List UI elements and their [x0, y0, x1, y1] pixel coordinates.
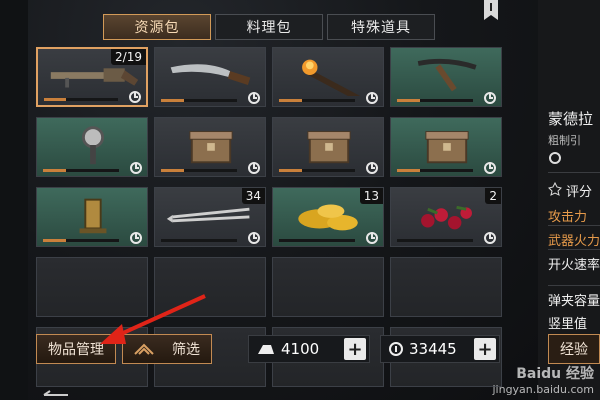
- craft-tag-icon: [365, 160, 379, 174]
- inventory-slot[interactable]: [390, 117, 502, 177]
- craft-tag-icon: [365, 230, 379, 244]
- craft-tag-icon: [247, 230, 261, 244]
- lantern-icon: [45, 194, 139, 234]
- item-subtitle: 粗制引: [548, 134, 581, 147]
- durability-bar: [43, 239, 119, 242]
- filter-button[interactable]: 筛选: [122, 334, 212, 364]
- inventory-slot[interactable]: [154, 117, 266, 177]
- divider: [548, 225, 600, 226]
- item-name: 蒙德拉: [548, 110, 594, 128]
- durability-bar: [161, 169, 237, 172]
- empty-slot[interactable]: [272, 257, 384, 317]
- item-count: 13: [359, 188, 383, 204]
- item-count: 2: [485, 188, 501, 204]
- category-tabs: 资源包 料理包 特殊道具: [103, 14, 435, 40]
- inventory-slot[interactable]: [36, 187, 148, 247]
- craft-tag-icon: [128, 89, 142, 103]
- inventory-slot[interactable]: 2/19: [36, 47, 148, 107]
- tab-special-items[interactable]: 特殊道具: [327, 14, 435, 40]
- durability-bar: [279, 99, 355, 102]
- empty-slot[interactable]: [390, 257, 502, 317]
- inventory-slot[interactable]: [272, 117, 384, 177]
- durability-bar: [161, 239, 237, 242]
- chest-icon: [281, 124, 375, 164]
- durability-bar: [44, 98, 118, 101]
- inventory-slot[interactable]: [272, 47, 384, 107]
- empty-slot[interactable]: [154, 257, 266, 317]
- bookmark-icon[interactable]: [482, 0, 500, 22]
- craft-tag-icon: [247, 90, 261, 104]
- coin-icon: [389, 342, 403, 356]
- pickaxe-icon: [399, 54, 493, 94]
- berries-icon: [399, 194, 493, 234]
- inventory-slot[interactable]: 34: [154, 187, 266, 247]
- durability-bar: [43, 169, 119, 172]
- tab-food-pack[interactable]: 料理包: [215, 14, 323, 40]
- durability-bar: [279, 169, 355, 172]
- craft-tag-icon: [483, 90, 497, 104]
- stat-extra: 竖里值: [548, 317, 588, 332]
- shield-club-icon: [45, 124, 139, 165]
- inventory-slot[interactable]: 13: [272, 187, 384, 247]
- iron-amount: 4100: [281, 340, 320, 358]
- durability-bar: [161, 99, 237, 102]
- durability-bar: [279, 239, 355, 242]
- add-gold-button[interactable]: +: [474, 338, 496, 360]
- watermark: Baidu 经验 jingyan.baidu.com: [492, 363, 594, 396]
- craft-tag-icon: [129, 230, 143, 244]
- watermark-brand: Baidu 经验: [516, 366, 594, 382]
- machete-icon: [163, 54, 257, 94]
- torch-icon: [281, 54, 375, 102]
- inventory-slot[interactable]: [36, 117, 148, 177]
- tab-resource-pack[interactable]: 资源包: [103, 14, 211, 40]
- add-iron-button[interactable]: +: [344, 338, 366, 360]
- star-check-icon: [548, 182, 562, 196]
- stat-attack: 攻击力: [548, 210, 588, 225]
- back-icon[interactable]: [42, 390, 72, 400]
- gold-amount: 33445: [409, 340, 457, 358]
- experience-label: 经验: [560, 342, 588, 358]
- durability-bar: [397, 169, 473, 172]
- item-detail-panel: 蒙德拉 粗制引 评分 攻击力 武器火力 开火速率 弹夹容量 竖里值 经验: [538, 0, 600, 400]
- durability-bar: [397, 99, 473, 102]
- filter-label: 筛选: [172, 342, 200, 358]
- left-sidebar: [0, 0, 28, 400]
- chest-icon: [163, 124, 257, 164]
- inventory-slot[interactable]: [390, 47, 502, 107]
- craft-tag-icon: [365, 90, 379, 104]
- item-count: 2/19: [111, 49, 146, 65]
- filter-icon: [134, 343, 154, 355]
- inventory-slot[interactable]: [154, 47, 266, 107]
- chest-icon: [399, 124, 493, 164]
- watermark-url: jingyan.baidu.com: [492, 383, 594, 396]
- craft-tag-icon: [247, 160, 261, 174]
- craft-tag-icon: [483, 160, 497, 174]
- craft-tag-icon: [483, 230, 497, 244]
- stat-magazine: 弹夹容量: [548, 294, 600, 309]
- iron-ingot-icon: [258, 345, 274, 354]
- empty-slot[interactable]: [36, 257, 148, 317]
- stat-firepower: 武器火力: [548, 234, 600, 249]
- item-count: 34: [241, 188, 265, 204]
- inventory-slot[interactable]: 2: [390, 187, 502, 247]
- experience-button[interactable]: 经验: [548, 334, 600, 364]
- inventory-screen: 资源包 料理包 特殊道具 2/19 34 13 2 物品管理 筛选 4100 + 33…: [0, 0, 600, 400]
- divider: [548, 172, 600, 173]
- item-management-button[interactable]: 物品管理: [36, 334, 116, 364]
- divider: [548, 249, 600, 250]
- craft-tag-icon: [129, 160, 143, 174]
- rarity-icon: [549, 152, 561, 164]
- durability-bar: [397, 239, 473, 242]
- rating-label: 评分: [566, 185, 593, 200]
- stat-fire-rate: 开火速率: [548, 258, 600, 273]
- divider: [548, 285, 600, 286]
- item-management-label: 物品管理: [48, 342, 104, 358]
